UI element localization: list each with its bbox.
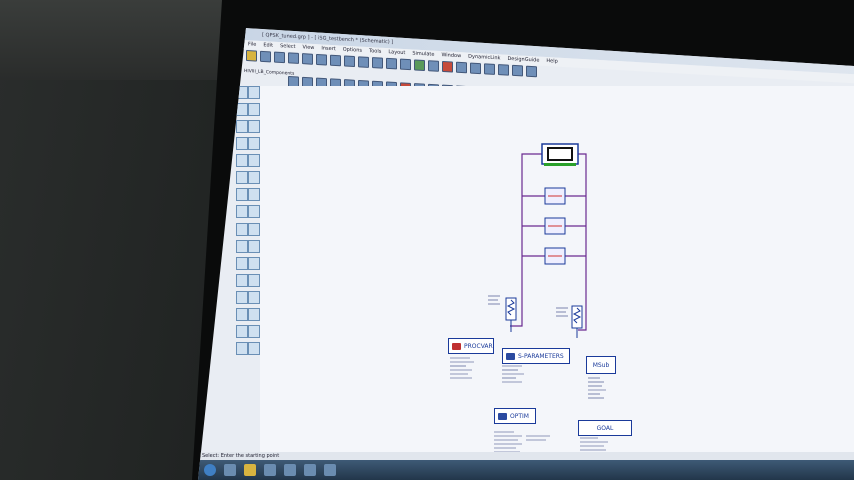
- browser-icon[interactable]: [224, 464, 236, 476]
- msub-block[interactable]: MSub: [586, 356, 616, 374]
- wire-icon[interactable]: [414, 59, 425, 72]
- resistor-right[interactable]: [571, 305, 583, 338]
- component-3[interactable]: [544, 247, 566, 265]
- save-icon[interactable]: [260, 50, 271, 63]
- var-icon[interactable]: [484, 63, 495, 75]
- monitor-screen: [ QPSK_tuned.grp ] - [ iSG_testbench * (…: [198, 28, 854, 480]
- status-bar: Select: Enter the starting point: [198, 452, 854, 460]
- print-icon[interactable]: [274, 51, 285, 64]
- palette-item[interactable]: [236, 307, 248, 321]
- schematic-drawing: [450, 143, 608, 455]
- palette-item[interactable]: [236, 239, 248, 253]
- menu-options[interactable]: Options: [343, 46, 362, 56]
- wires: [510, 153, 587, 331]
- menu-tools[interactable]: Tools: [369, 47, 381, 57]
- palette-item[interactable]: [236, 188, 248, 202]
- menu-help[interactable]: Help: [546, 57, 557, 67]
- palette-item[interactable]: [248, 324, 260, 338]
- zoom-fit-icon[interactable]: [400, 58, 411, 71]
- ground-icon[interactable]: [428, 60, 439, 72]
- procvar-block[interactable]: PROCVAR: [448, 338, 494, 354]
- tune-icon[interactable]: [456, 61, 467, 74]
- component-library-label: HIVIII_LB_Components: [244, 69, 295, 77]
- sparameters-block[interactable]: S-PARAMETERS: [502, 348, 570, 364]
- menu-simulate[interactable]: Simulate: [412, 50, 434, 60]
- palette-item[interactable]: [248, 290, 260, 304]
- resistor-left[interactable]: [505, 297, 517, 332]
- app-icon[interactable]: [304, 464, 316, 476]
- palette-item[interactable]: [248, 307, 260, 321]
- palette-item[interactable]: [248, 188, 260, 202]
- palette-item[interactable]: [236, 273, 248, 287]
- app-icon[interactable]: [324, 464, 336, 476]
- palette-item[interactable]: [236, 171, 248, 185]
- palette-item[interactable]: [236, 120, 248, 134]
- palette-item[interactable]: [236, 222, 248, 236]
- paste-icon[interactable]: [316, 53, 327, 66]
- start-button-icon[interactable]: [204, 464, 216, 476]
- menu-select[interactable]: Select: [280, 42, 295, 52]
- menu-file[interactable]: File: [248, 40, 256, 49]
- palette-item[interactable]: [236, 290, 248, 304]
- palette-item[interactable]: [236, 205, 248, 219]
- palette-item[interactable]: [236, 137, 248, 151]
- simulate-icon[interactable]: [442, 60, 453, 73]
- status-text: Select: Enter the starting point: [202, 453, 280, 459]
- menu-window[interactable]: Window: [441, 51, 461, 61]
- zoom-out-icon[interactable]: [386, 57, 397, 70]
- msub-label: MSub: [592, 361, 610, 369]
- app-icon[interactable]: [264, 464, 276, 476]
- palette-item[interactable]: [236, 324, 248, 338]
- search-icon[interactable]: [526, 65, 537, 78]
- palette-item[interactable]: [236, 154, 248, 168]
- cut-icon[interactable]: [288, 52, 299, 64]
- palette-item[interactable]: [236, 256, 248, 270]
- redo-icon[interactable]: [344, 55, 355, 68]
- palette-item[interactable]: [248, 205, 260, 219]
- optim-label: OPTIM: [510, 412, 529, 420]
- open-icon[interactable]: [246, 50, 257, 62]
- app-icon[interactable]: [284, 464, 296, 476]
- layout-icon[interactable]: [498, 64, 509, 76]
- palette-item[interactable]: [248, 256, 260, 270]
- palette-item[interactable]: [248, 273, 260, 287]
- goal-label: GOAL: [596, 424, 614, 432]
- copy-icon[interactable]: [302, 53, 313, 65]
- palette-item[interactable]: [248, 154, 260, 168]
- palette-item[interactable]: [236, 341, 248, 355]
- palette-item[interactable]: [248, 103, 260, 117]
- pointer-icon[interactable]: [358, 56, 369, 68]
- menu-layout[interactable]: Layout: [388, 48, 405, 58]
- sparameters-icon: [506, 352, 515, 360]
- device-top[interactable]: [541, 143, 579, 166]
- procvar-label: PROCVAR: [464, 342, 493, 350]
- component-palette: [236, 86, 260, 356]
- palette-item[interactable]: [248, 341, 260, 355]
- palette-item[interactable]: [248, 222, 260, 236]
- component-2[interactable]: [544, 217, 566, 235]
- folder-icon[interactable]: [244, 464, 256, 476]
- palette-item[interactable]: [248, 239, 260, 253]
- grid-icon[interactable]: [512, 64, 523, 77]
- menu-view[interactable]: View: [303, 43, 315, 53]
- menu-edit[interactable]: Edit: [263, 41, 273, 51]
- goal-block[interactable]: GOAL: [578, 420, 632, 436]
- component-1[interactable]: [544, 187, 566, 205]
- port-icon[interactable]: [470, 62, 481, 75]
- palette-item[interactable]: [248, 137, 260, 151]
- palette-item[interactable]: [248, 120, 260, 134]
- palette-item[interactable]: [248, 171, 260, 185]
- zoom-in-icon[interactable]: [372, 57, 383, 69]
- taskbar: [198, 460, 854, 480]
- undo-icon[interactable]: [330, 54, 341, 67]
- sparameters-label: S-PARAMETERS: [518, 352, 564, 360]
- optim-block[interactable]: OPTIM: [494, 408, 536, 424]
- background-wall: [0, 0, 250, 80]
- var-icon: [452, 342, 461, 350]
- menu-insert[interactable]: Insert: [321, 44, 335, 54]
- schematic-canvas[interactable]: PROCVAR S-PARAMETERS MSub OPTIM GOAL: [260, 86, 854, 456]
- optim-icon: [498, 412, 507, 420]
- palette-item[interactable]: [248, 86, 260, 99]
